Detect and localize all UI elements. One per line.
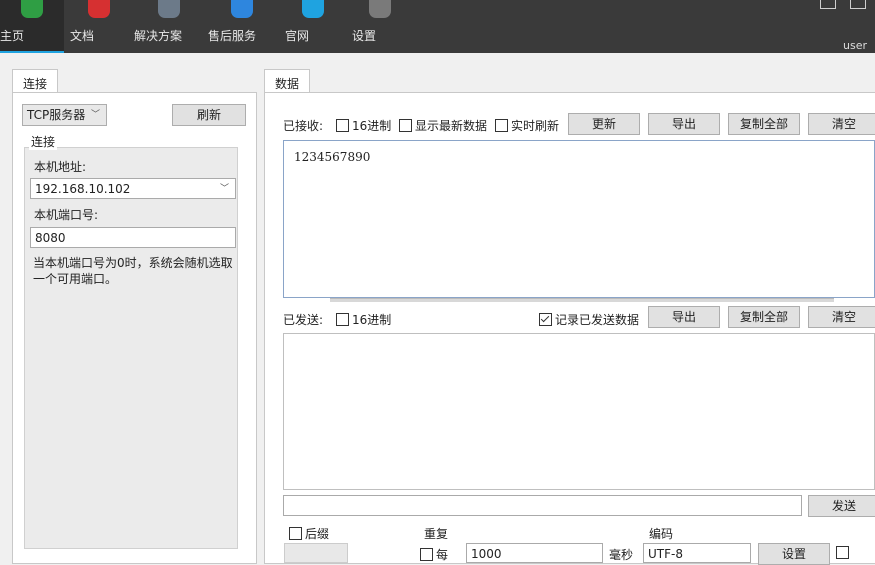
encoding-select[interactable]: UTF-8 xyxy=(643,543,751,563)
port-hint-text: 当本机端口号为0时，系统会随机选取一个可用端口。 xyxy=(33,256,233,286)
nav-website[interactable]: 官网 xyxy=(285,0,341,53)
document-icon xyxy=(88,0,110,18)
ms-unit-label: 毫秒 xyxy=(609,548,634,562)
recv-copy-all-button[interactable]: 复制全部 xyxy=(728,113,800,135)
nav-solutions[interactable]: 解决方案 xyxy=(134,0,204,53)
user-name[interactable]: user xyxy=(843,39,867,52)
sent-clear-button[interactable]: 清空 xyxy=(808,306,875,328)
cloud-icon xyxy=(302,0,324,18)
chevron-down-icon: ﹀ xyxy=(219,184,229,194)
chevron-down-icon: ﹀ xyxy=(90,110,100,120)
encoding-value: UTF-8 xyxy=(648,547,683,561)
recv-hex-label: 16进制 xyxy=(352,119,392,133)
sent-label: 已发送: xyxy=(283,313,324,327)
local-address-label: 本机地址: xyxy=(34,160,87,174)
local-address-select[interactable]: 192.168.10.102 ﹀ xyxy=(30,178,236,199)
checkbox-icon xyxy=(289,527,302,540)
nav-website-label: 官网 xyxy=(285,29,310,43)
suffix-label: 后缀 xyxy=(305,527,330,541)
log-sent-label: 记录已发送数据 xyxy=(555,313,640,327)
checkbox-icon xyxy=(336,119,349,132)
minimize-icon[interactable] xyxy=(820,0,836,9)
local-port-input[interactable]: 8080 xyxy=(30,227,236,248)
recv-realtime-checkbox[interactable]: 实时刷新 xyxy=(495,117,559,134)
mode-select[interactable]: TCP服务器 ﹀ xyxy=(22,104,107,126)
nav-settings-label: 设置 xyxy=(352,29,377,43)
checkbox-icon xyxy=(399,119,412,132)
gear-icon xyxy=(369,0,391,18)
checkbox-icon xyxy=(836,546,849,559)
checkbox-icon xyxy=(495,119,508,132)
recv-latest-checkbox[interactable]: 显示最新数据 xyxy=(399,117,487,134)
magnifier-icon xyxy=(158,0,180,18)
update-button[interactable]: 更新 xyxy=(568,113,640,135)
nav-home-label: 主页 xyxy=(0,29,25,43)
received-data-text: 1234567890 xyxy=(294,150,371,164)
nav-settings[interactable]: 设置 xyxy=(352,0,408,53)
suffix-checkbox[interactable]: 后缀 xyxy=(289,525,329,542)
encoding-group-title: 编码 xyxy=(649,527,674,541)
sent-copy-all-button[interactable]: 复制全部 xyxy=(728,306,800,328)
maximize-icon[interactable] xyxy=(850,0,866,9)
checkbox-icon xyxy=(420,548,433,561)
recv-hex-checkbox[interactable]: 16进制 xyxy=(336,117,391,134)
nav-docs-label: 文档 xyxy=(70,29,95,43)
send-input[interactable] xyxy=(283,495,802,516)
nav-support[interactable]: 售后服务 xyxy=(208,0,276,53)
checkbox-icon xyxy=(336,313,349,326)
recv-realtime-label: 实时刷新 xyxy=(511,119,560,133)
nav-home[interactable]: 主页 xyxy=(0,0,64,53)
sent-hex-checkbox[interactable]: 16进制 xyxy=(336,311,391,328)
sent-hex-label: 16进制 xyxy=(352,313,392,327)
person-icon xyxy=(231,0,253,18)
recv-latest-label: 显示最新数据 xyxy=(415,119,488,133)
top-nav-bar: 主页 文档 解决方案 售后服务 官网 设置 user xyxy=(0,0,875,53)
connection-group-title: 连接 xyxy=(29,133,58,150)
repeat-every-checkbox[interactable]: 每 xyxy=(420,546,448,563)
shield-icon xyxy=(21,0,43,18)
nav-docs[interactable]: 文档 xyxy=(70,0,128,53)
repeat-every-label: 每 xyxy=(436,548,449,562)
mode-select-value: TCP服务器 xyxy=(27,108,86,122)
nav-support-label: 售后服务 xyxy=(208,29,257,43)
log-sent-checkbox[interactable]: 记录已发送数据 xyxy=(539,311,639,328)
received-label: 已接收: xyxy=(283,119,324,133)
nav-solutions-label: 解决方案 xyxy=(134,29,183,43)
recv-clear-button[interactable]: 清空 xyxy=(808,113,875,135)
recv-export-button[interactable]: 导出 xyxy=(648,113,720,135)
checkbox-checked-icon xyxy=(539,313,552,326)
send-button[interactable]: 发送 xyxy=(808,495,875,517)
local-port-label: 本机端口号: xyxy=(34,208,99,222)
repeat-group-title: 重复 xyxy=(424,527,449,541)
repeat-interval-input[interactable]: 1000 xyxy=(466,543,603,563)
suffix-select[interactable] xyxy=(284,543,348,563)
local-address-value: 192.168.10.102 xyxy=(35,182,131,196)
extra-checkbox[interactable] xyxy=(836,546,852,560)
encoding-settings-button[interactable]: 设置 xyxy=(758,543,830,565)
sent-export-button[interactable]: 导出 xyxy=(648,306,720,328)
sent-data-area[interactable] xyxy=(283,333,875,490)
splitter-handle[interactable] xyxy=(330,298,834,302)
received-data-area[interactable]: 1234567890 xyxy=(283,140,875,298)
refresh-button[interactable]: 刷新 xyxy=(172,104,246,126)
